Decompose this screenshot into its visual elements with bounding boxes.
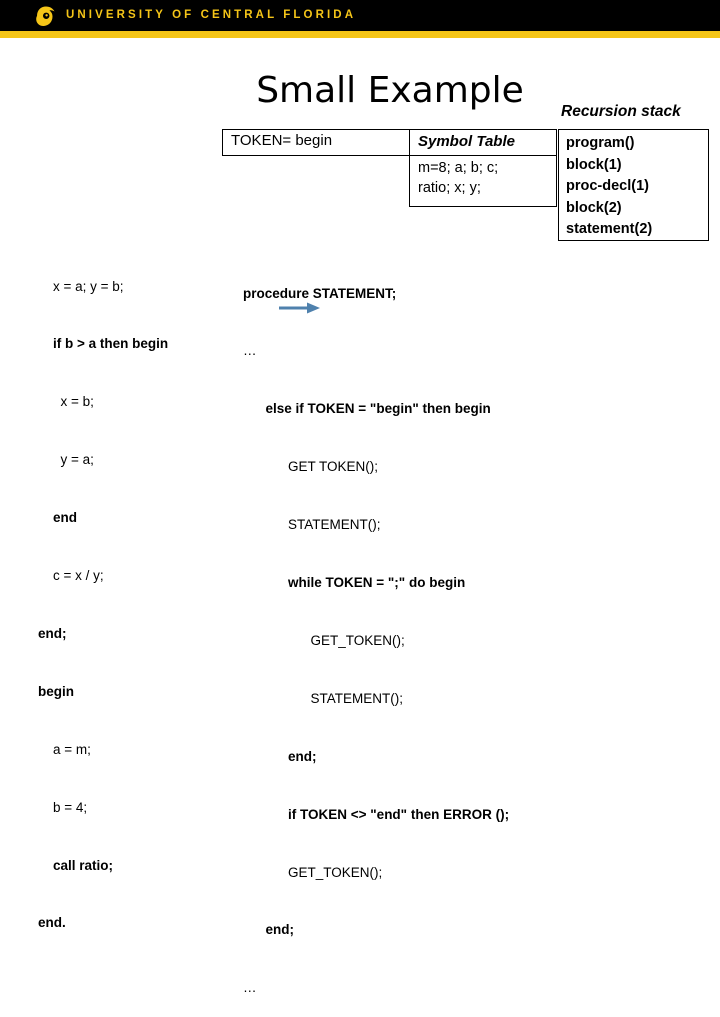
code-line: begin xyxy=(38,683,74,699)
code-line: if b > a then begin xyxy=(38,336,169,352)
recursion-stack-label: Recursion stack xyxy=(561,103,681,120)
code-line: … xyxy=(243,343,257,359)
source-code-panel: x = a; y = b; if b > a then begin x = b;… xyxy=(38,238,218,952)
symbol-table-body: m=8; a; b; c; ratio; x; y; xyxy=(409,155,557,207)
code-line: STATEMENT(); xyxy=(243,517,381,533)
stack-frame: proc-decl(1) xyxy=(566,178,649,194)
code-line: STATEMENT(); xyxy=(243,690,404,706)
execution-pointer-arrow-icon xyxy=(279,301,321,315)
code-line: x = a; y = b; xyxy=(38,278,124,294)
code-line: call ratio; xyxy=(38,857,114,873)
stack-frame: block(1) xyxy=(566,156,622,173)
ucf-wordmark: UNIVERSITY OF CENTRAL FLORIDA xyxy=(66,9,357,21)
code-line: b = 4; xyxy=(38,799,88,815)
code-line: a = m; xyxy=(38,741,91,757)
code-line: GET_TOKEN(); xyxy=(243,864,383,880)
code-line: end; xyxy=(38,625,67,641)
code-line: if TOKEN <> "end" then ERROR (); xyxy=(243,806,510,822)
code-line: … xyxy=(243,980,257,996)
parser-code-panel: procedure STATEMENT; … else if TOKEN = "… xyxy=(243,245,563,1017)
code-line: procedure STATEMENT; xyxy=(243,285,397,301)
code-line: end xyxy=(38,510,78,526)
symbol-table-header: Symbol Table xyxy=(409,129,557,156)
code-line: y = a; xyxy=(38,452,94,468)
page-title: Small Example xyxy=(256,70,524,111)
code-line: GET TOKEN(); xyxy=(243,459,379,475)
code-line: GET_TOKEN(); xyxy=(243,632,405,648)
ucf-pegasus-logo-icon xyxy=(32,5,58,28)
recursion-stack-box: program() block(1) proc-decl(1) block(2)… xyxy=(558,129,709,241)
header-gold-stripe xyxy=(0,31,720,38)
code-line: end. xyxy=(38,915,66,931)
symbol-table-line-1: m=8; a; b; c; xyxy=(418,160,499,176)
stack-frame: statement(2) xyxy=(566,221,653,237)
code-line: while TOKEN = ";" do begin xyxy=(243,575,466,591)
code-line: x = b; xyxy=(38,394,94,410)
symbol-table-line-2: ratio; x; y; xyxy=(418,180,481,196)
code-line: else if TOKEN = "begin" then begin xyxy=(243,401,491,417)
code-line: c = x / y; xyxy=(38,568,104,584)
code-line: end; xyxy=(243,922,295,938)
token-box: TOKEN= begin xyxy=(222,129,411,156)
stack-frame: program() xyxy=(566,135,635,151)
code-line: end; xyxy=(243,748,317,764)
stack-frame: block(2) xyxy=(566,199,622,216)
